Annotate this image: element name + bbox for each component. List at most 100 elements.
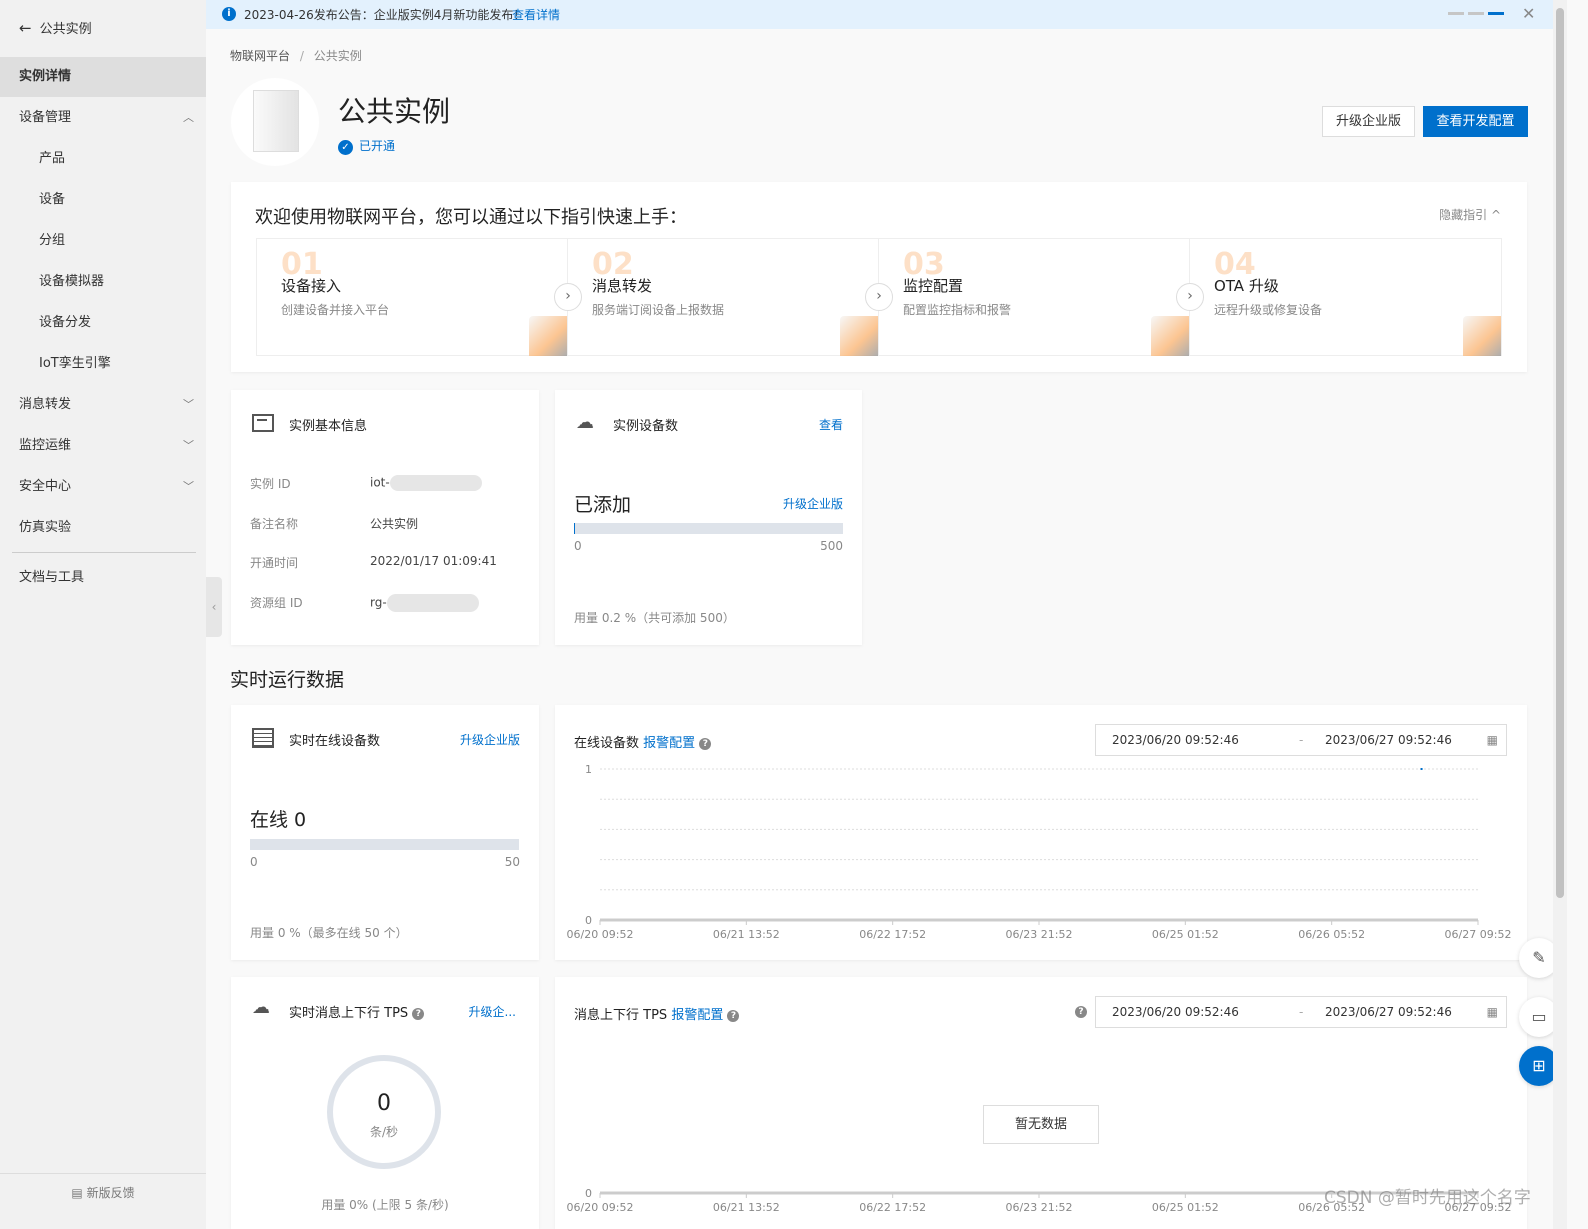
- back-button[interactable]: ← 公共实例: [19, 18, 92, 37]
- resource-group-value: rg-: [370, 594, 479, 612]
- upgrade-link[interactable]: 升级企业版: [783, 495, 843, 512]
- field-label: 资源组 ID: [250, 596, 303, 610]
- x-tick-label: 06/25 01:52: [1152, 1201, 1219, 1214]
- date-range-picker[interactable]: 2023/06/20 09:52:46 - 2023/06/27 09:52:4…: [1095, 724, 1507, 756]
- sidebar-item-monitoring[interactable]: 监控运维 ﹀: [0, 426, 206, 466]
- device-usage-bar: [574, 523, 843, 534]
- close-icon[interactable]: ✕: [1522, 4, 1535, 23]
- feedback-icon: ▤: [71, 1186, 87, 1200]
- view-link[interactable]: 查看: [819, 416, 843, 433]
- card-title: 实例设备数: [613, 419, 679, 434]
- x-tick-label: 06/23 21:52: [1006, 1201, 1073, 1214]
- sidebar-item-docs[interactable]: 文档与工具: [0, 558, 206, 598]
- divider: [12, 552, 196, 553]
- calendar-icon[interactable]: ▦: [1487, 1005, 1498, 1019]
- end-date[interactable]: 2023/06/27 09:52:46: [1325, 733, 1452, 747]
- breadcrumb-current: 公共实例: [313, 49, 362, 63]
- upgrade-link[interactable]: 升级企...: [469, 1003, 516, 1020]
- guide-steps: 01 设备接入 创建设备并接入平台 › 02 消息转发 服务端订阅设备上报数据 › 03 监控…: [256, 238, 1502, 356]
- x-tick-label: 06/21 13:52: [713, 1201, 780, 1214]
- sidebar-item-device[interactable]: 设备: [0, 180, 206, 220]
- sidebar-item-simulation[interactable]: 仿真实验: [0, 508, 206, 548]
- breadcrumb-separator: /: [299, 49, 304, 63]
- remark-name-value: 公共实例: [370, 517, 419, 531]
- carousel-dot[interactable]: [1448, 12, 1464, 15]
- guide-card: 欢迎使用物联网平台，您可以通过以下指引快速上手： 隐藏指引 ^ 01 设备接入 创建…: [231, 182, 1527, 372]
- x-tick-label: 06/22 17:52: [859, 928, 926, 941]
- end-date[interactable]: 2023/06/27 09:52:46: [1325, 1005, 1452, 1019]
- upgrade-link[interactable]: 升级企业版: [460, 731, 520, 748]
- bar-max: 50: [504, 855, 520, 869]
- scrollbar[interactable]: [1553, 0, 1567, 1229]
- date-range-picker[interactable]: 2023/06/20 09:52:46 - 2023/06/27 09:52:4…: [1095, 996, 1507, 1028]
- online-chart-card: 在线设备数 报警配置 ? 2023/06/20 09:52:46 - 2023/…: [555, 705, 1527, 960]
- guide-step-monitoring[interactable]: › 03 监控配置 配置监控指标和报警: [865, 239, 1190, 356]
- guide-step-device-access[interactable]: 01 设备接入 创建设备并接入平台: [257, 239, 568, 356]
- illustration-icon: [1151, 316, 1189, 356]
- feedback-button[interactable]: ▤ 新版反馈: [0, 1184, 206, 1201]
- help-icon[interactable]: ?: [1075, 1006, 1087, 1018]
- x-tick-label: 06/21 13:52: [713, 928, 780, 941]
- usage-text: 用量 0.2 %（共可添加 500）: [574, 611, 735, 625]
- banner-link[interactable]: 查看详情: [512, 6, 560, 23]
- help-icon[interactable]: ?: [699, 737, 712, 750]
- chart-header: 消息上下行 TPS 报警配置 ?: [574, 1004, 740, 1023]
- sidebar-item-product[interactable]: 产品: [0, 139, 206, 179]
- view-dev-config-button[interactable]: 查看开发配置: [1423, 106, 1528, 137]
- redacted-blur: [386, 594, 479, 612]
- sidebar: ← 公共实例 实例详情 设备管理 ︿ 产品 设备 分组 设备模拟器 设备分发 IoT…: [0, 0, 206, 1229]
- tps-value: 0: [377, 1091, 391, 1116]
- basic-info-card: 实例基本信息 实例 ID iot- 备注名称 公共实例 开通时间 2022/01…: [231, 390, 539, 645]
- sidebar-item-message-forward[interactable]: 消息转发 ﹀: [0, 385, 206, 425]
- usage-text: 用量 0% (上限 5 条/秒): [321, 1198, 449, 1212]
- device-count-card: ☁ 实例设备数 查看 已添加 升级企业版 0 500 用量 0.2 %（共可添加…: [555, 390, 862, 645]
- pencil-icon: ✎: [1532, 948, 1546, 967]
- carousel-dot[interactable]: [1468, 12, 1484, 15]
- bar-max: 500: [820, 539, 843, 553]
- alarm-config-link[interactable]: 报警配置: [643, 736, 695, 751]
- divider: [0, 1173, 206, 1174]
- card-title: 实时消息上下行 TPS ?: [289, 1002, 425, 1021]
- bar-min: 0: [250, 855, 258, 869]
- sidebar-collapse-handle[interactable]: ‹: [206, 577, 222, 637]
- field-label: 开通时间: [250, 556, 299, 570]
- field-label: 实例 ID: [250, 477, 291, 491]
- added-label: 已添加: [574, 494, 632, 516]
- chart-header: 在线设备数 报警配置 ?: [574, 732, 712, 751]
- announcement-banner: i 2023-04-26发布公告：企业版实例4月新功能发布！ 查看详情 ✕: [206, 0, 1553, 29]
- tps-card: ☁ 实时消息上下行 TPS ? 升级企... 0 条/秒 用量 0% (上限 5…: [231, 977, 539, 1229]
- calendar-icon[interactable]: ▦: [1487, 733, 1498, 747]
- x-tick-label: 06/20 09:52: [567, 928, 634, 941]
- start-date[interactable]: 2023/06/20 09:52:46: [1112, 1005, 1239, 1019]
- chevron-down-icon: ﹀: [183, 480, 194, 493]
- sidebar-item-security[interactable]: 安全中心 ﹀: [0, 467, 206, 507]
- help-icon[interactable]: ?: [412, 1007, 425, 1020]
- card-title: 实例基本信息: [289, 419, 368, 434]
- check-circle-icon: ✓: [338, 140, 353, 155]
- breadcrumb: 物联网平台 / 公共实例: [230, 47, 362, 64]
- help-icon[interactable]: ?: [727, 1009, 740, 1022]
- alarm-config-link[interactable]: 报警配置: [671, 1008, 723, 1023]
- sidebar-item-simulator[interactable]: 设备模拟器: [0, 262, 206, 302]
- carousel-dot-active[interactable]: [1488, 12, 1504, 15]
- upgrade-enterprise-button[interactable]: 升级企业版: [1322, 106, 1415, 137]
- back-label: 公共实例: [39, 22, 92, 37]
- guide-step-message-forward[interactable]: › 02 消息转发 服务端订阅设备上报数据: [554, 239, 879, 356]
- y-tick-label: 1: [585, 763, 592, 776]
- chevron-right-icon: ›: [554, 283, 582, 311]
- start-date[interactable]: 2023/06/20 09:52:46: [1112, 733, 1239, 747]
- breadcrumb-link[interactable]: 物联网平台: [230, 49, 290, 63]
- sidebar-item-instance-detail[interactable]: 实例详情: [0, 57, 206, 97]
- y-tick-label: 0: [585, 1187, 592, 1200]
- banner-text: 2023-04-26发布公告：企业版实例4月新功能发布！: [244, 8, 526, 22]
- online-usage-bar: [250, 839, 519, 850]
- sidebar-item-device-mgmt[interactable]: 设备管理 ︿: [0, 98, 206, 138]
- sidebar-item-group[interactable]: 分组: [0, 221, 206, 261]
- sidebar-item-twin-engine[interactable]: IoT孪生引擎: [0, 344, 206, 384]
- sidebar-item-distribution[interactable]: 设备分发: [0, 303, 206, 343]
- status-badge: ✓ 已开通: [338, 137, 395, 155]
- guide-step-ota[interactable]: › 04 OTA 升级 远程升级或修复设备: [1176, 239, 1501, 356]
- hide-guide-button[interactable]: 隐藏指引 ^: [1439, 206, 1501, 223]
- info-icon: i: [222, 7, 236, 21]
- tps-unit: 条/秒: [369, 1125, 399, 1139]
